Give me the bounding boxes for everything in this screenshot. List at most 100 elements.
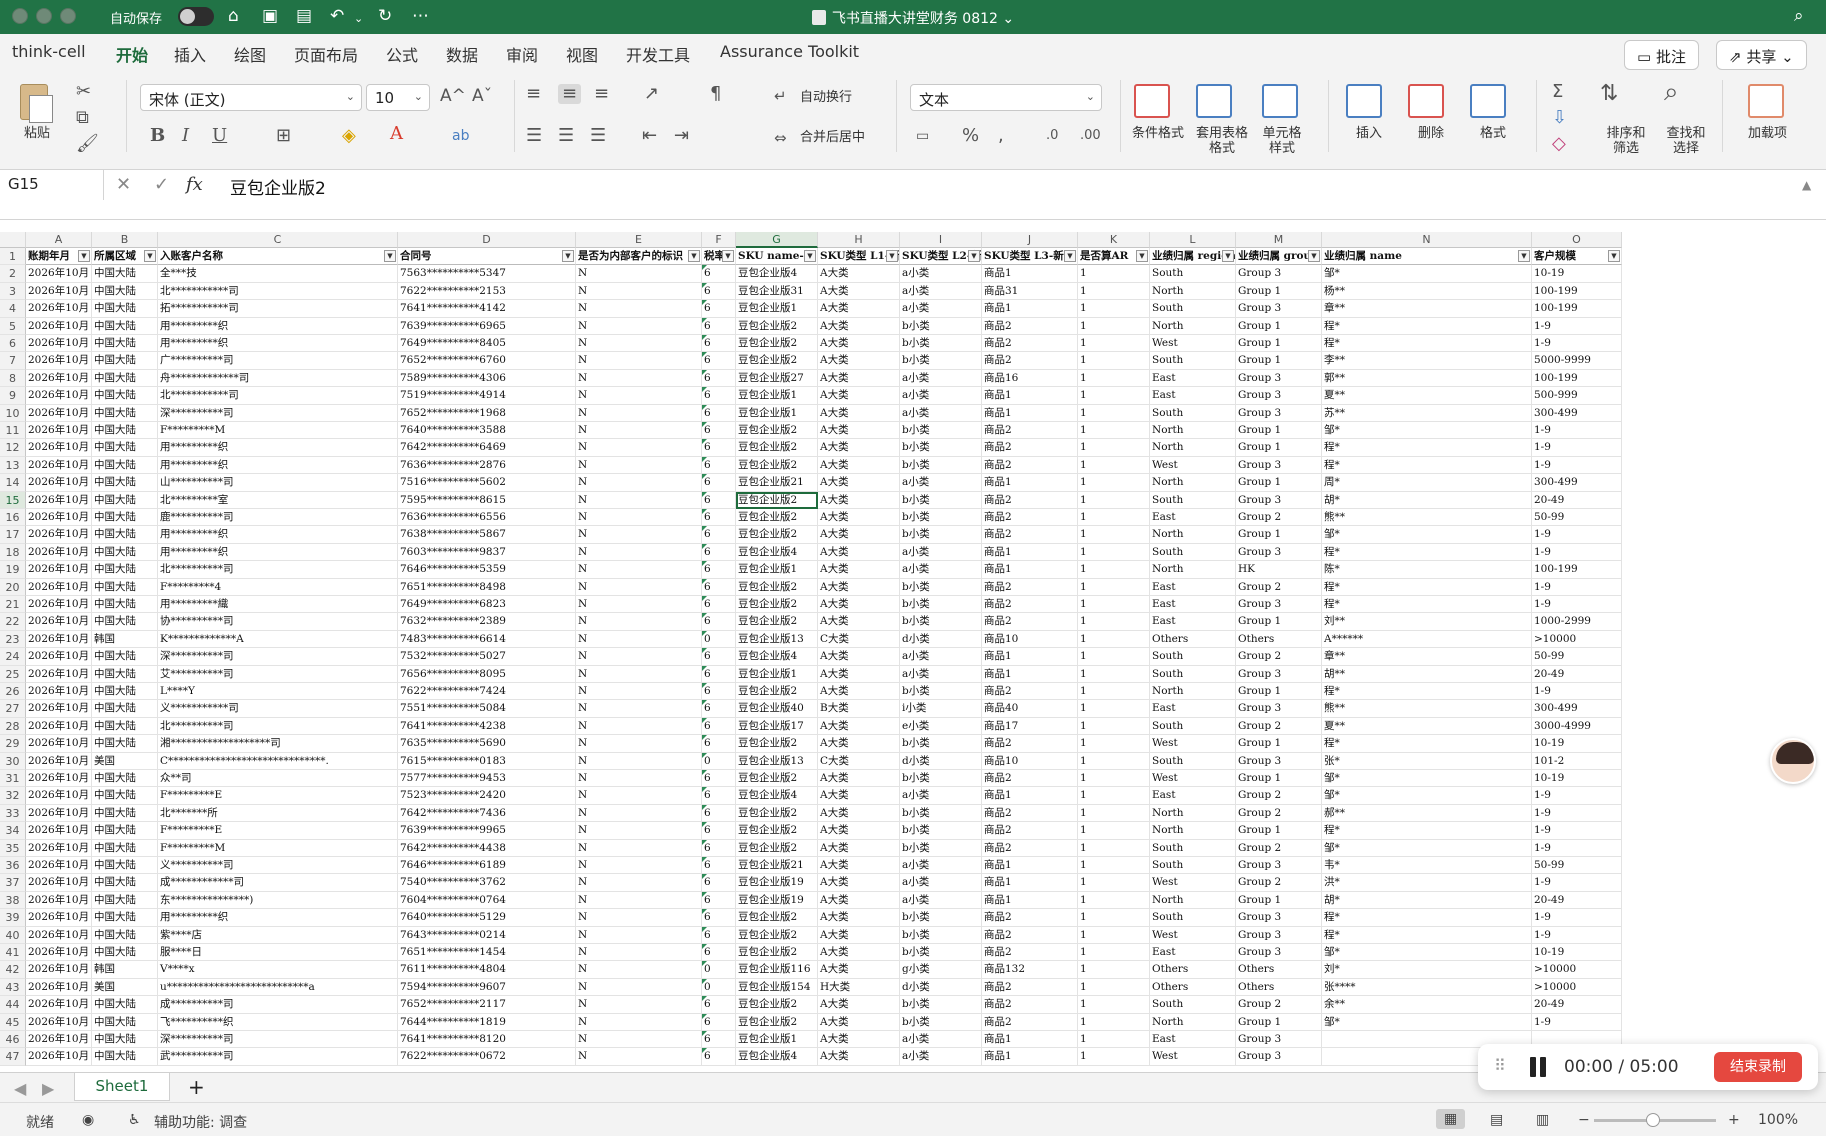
row-header[interactable]: 18	[0, 543, 26, 562]
table-cell[interactable]: N	[576, 996, 702, 1014]
table-cell[interactable]: 豆包企业版1	[736, 404, 818, 422]
row-header[interactable]: 25	[0, 665, 26, 683]
table-cell[interactable]: A大类	[818, 387, 900, 405]
table-cell[interactable]: 商品2	[982, 804, 1078, 823]
table-cell[interactable]: F*********4	[158, 578, 398, 596]
table-cell[interactable]: 广**********司	[158, 352, 398, 370]
table-cell[interactable]: 胡**	[1322, 665, 1532, 683]
row-header[interactable]: 17	[0, 526, 26, 544]
table-cell[interactable]: 7639**********6965	[398, 317, 576, 335]
table-cell[interactable]: 夏**	[1322, 387, 1532, 405]
table-cell[interactable]: A大类	[818, 474, 900, 492]
table-cell[interactable]: 美国	[92, 752, 158, 770]
table-cell[interactable]: b小类	[900, 1013, 982, 1031]
insert-function-button[interactable]: fx	[186, 174, 203, 195]
table-cell[interactable]: 中国大陆	[92, 804, 158, 823]
table-cell[interactable]: 北***********司	[158, 387, 398, 405]
table-cell[interactable]: L****Y	[158, 683, 398, 701]
table-cell[interactable]: 豆包企业版2	[736, 317, 818, 335]
table-cell[interactable]: 商品1	[982, 561, 1078, 579]
table-cell[interactable]: N	[576, 404, 702, 422]
table-cell[interactable]: 豆包企业版13	[736, 752, 818, 770]
table-cell[interactable]: 1	[1078, 596, 1150, 614]
increase-decimal-icon[interactable]: .0	[1046, 126, 1058, 146]
table-cell[interactable]: 商品16	[982, 369, 1078, 388]
table-cell[interactable]: 6	[702, 369, 736, 388]
table-cell[interactable]: 商品2	[982, 839, 1078, 857]
table-cell[interactable]: 7632**********2389	[398, 613, 576, 631]
table-cell[interactable]: 6	[702, 387, 736, 405]
table-cell[interactable]: 7540**********3762	[398, 874, 576, 892]
table-cell[interactable]: 7642**********6469	[398, 439, 576, 457]
table-cell[interactable]: N	[576, 770, 702, 788]
table-cell[interactable]: 商品1	[982, 787, 1078, 805]
table-cell[interactable]: 豆包企业版31	[736, 282, 818, 301]
table-cell[interactable]: 中国大陆	[92, 335, 158, 353]
table-cell[interactable]: 商品2	[982, 996, 1078, 1014]
table-cell[interactable]: 商品1	[982, 1031, 1078, 1049]
table-header-cell[interactable]: SKU类型 L3-新 ▼	[982, 248, 1078, 266]
table-cell[interactable]: South	[1150, 265, 1236, 283]
table-cell[interactable]: South	[1150, 717, 1236, 736]
table-cell[interactable]: A大类	[818, 1013, 900, 1031]
table-cell[interactable]: 300-499	[1532, 404, 1622, 422]
table-cell[interactable]: 7622**********2153	[398, 282, 576, 301]
table-cell[interactable]: e小类	[900, 717, 982, 736]
table-cell[interactable]: A大类	[818, 648, 900, 666]
table-cell[interactable]: 7611**********4804	[398, 961, 576, 979]
table-cell[interactable]: 1	[1078, 752, 1150, 770]
table-cell[interactable]: 商品2	[982, 578, 1078, 596]
row-header[interactable]: 47	[0, 1048, 26, 1066]
avatar[interactable]	[1770, 738, 1816, 784]
table-cell[interactable]: 商品2	[982, 978, 1078, 997]
table-cell[interactable]: North	[1150, 891, 1236, 910]
table-cell[interactable]: 2026年10月	[26, 265, 92, 283]
table-cell[interactable]: 豆包企业版2	[736, 804, 818, 823]
table-cell[interactable]: Group 2	[1236, 874, 1322, 892]
table-cell[interactable]: A大类	[818, 839, 900, 857]
table-cell[interactable]: 1-9	[1532, 596, 1622, 614]
table-cell[interactable]: 商品2	[982, 683, 1078, 701]
table-cell[interactable]: 6	[702, 770, 736, 788]
table-cell[interactable]: 1	[1078, 874, 1150, 892]
table-cell[interactable]: 义**********司	[158, 857, 398, 875]
table-cell[interactable]: N	[576, 335, 702, 353]
autosum-icon[interactable]: Σ	[1552, 82, 1563, 102]
table-cell[interactable]: 6	[702, 526, 736, 544]
table-cell[interactable]: Group 2	[1236, 804, 1322, 823]
table-cell[interactable]: 用*********织	[158, 909, 398, 927]
table-cell[interactable]: 0	[702, 630, 736, 649]
table-cell[interactable]: 1-9	[1532, 335, 1622, 353]
table-cell[interactable]: Group 3	[1236, 300, 1322, 318]
orientation-icon[interactable]: ↗	[644, 84, 659, 104]
table-cell[interactable]: 1	[1078, 335, 1150, 353]
collapse-formula-icon[interactable]: ▲	[1802, 178, 1811, 192]
next-sheet-icon[interactable]: ▶	[42, 1079, 54, 1098]
table-cell[interactable]: i小类	[900, 700, 982, 718]
table-cell[interactable]: N	[576, 648, 702, 666]
table-cell[interactable]: 1	[1078, 282, 1150, 301]
column-header-f[interactable]: F	[702, 232, 736, 248]
table-cell[interactable]: 刘*	[1322, 961, 1532, 979]
table-cell[interactable]: A大类	[818, 804, 900, 823]
table-cell[interactable]: 中国大陆	[92, 857, 158, 875]
table-cell[interactable]: 6	[702, 787, 736, 805]
table-cell[interactable]: C大类	[818, 752, 900, 770]
table-cell[interactable]: 商品2	[982, 1013, 1078, 1031]
table-cell[interactable]: A大类	[818, 317, 900, 335]
table-cell[interactable]: 7636**********6556	[398, 509, 576, 527]
table-cell[interactable]: 豆包企业版1	[736, 665, 818, 683]
table-cell[interactable]: A大类	[818, 822, 900, 840]
table-cell[interactable]: A大类	[818, 787, 900, 805]
table-cell[interactable]: Group 1	[1236, 422, 1322, 440]
table-cell[interactable]: 6	[702, 735, 736, 753]
table-cell[interactable]: F*********M	[158, 422, 398, 440]
format-cells-icon[interactable]	[1470, 84, 1506, 118]
table-cell[interactable]: West	[1150, 456, 1236, 475]
table-cell[interactable]: 郝**	[1322, 804, 1532, 823]
table-cell[interactable]: Group 3	[1236, 596, 1322, 614]
table-cell[interactable]: 中国大陆	[92, 1031, 158, 1049]
table-cell[interactable]: 1	[1078, 404, 1150, 422]
row-header[interactable]: 13	[0, 456, 26, 475]
table-cell[interactable]: 豆包企业版2	[736, 422, 818, 440]
